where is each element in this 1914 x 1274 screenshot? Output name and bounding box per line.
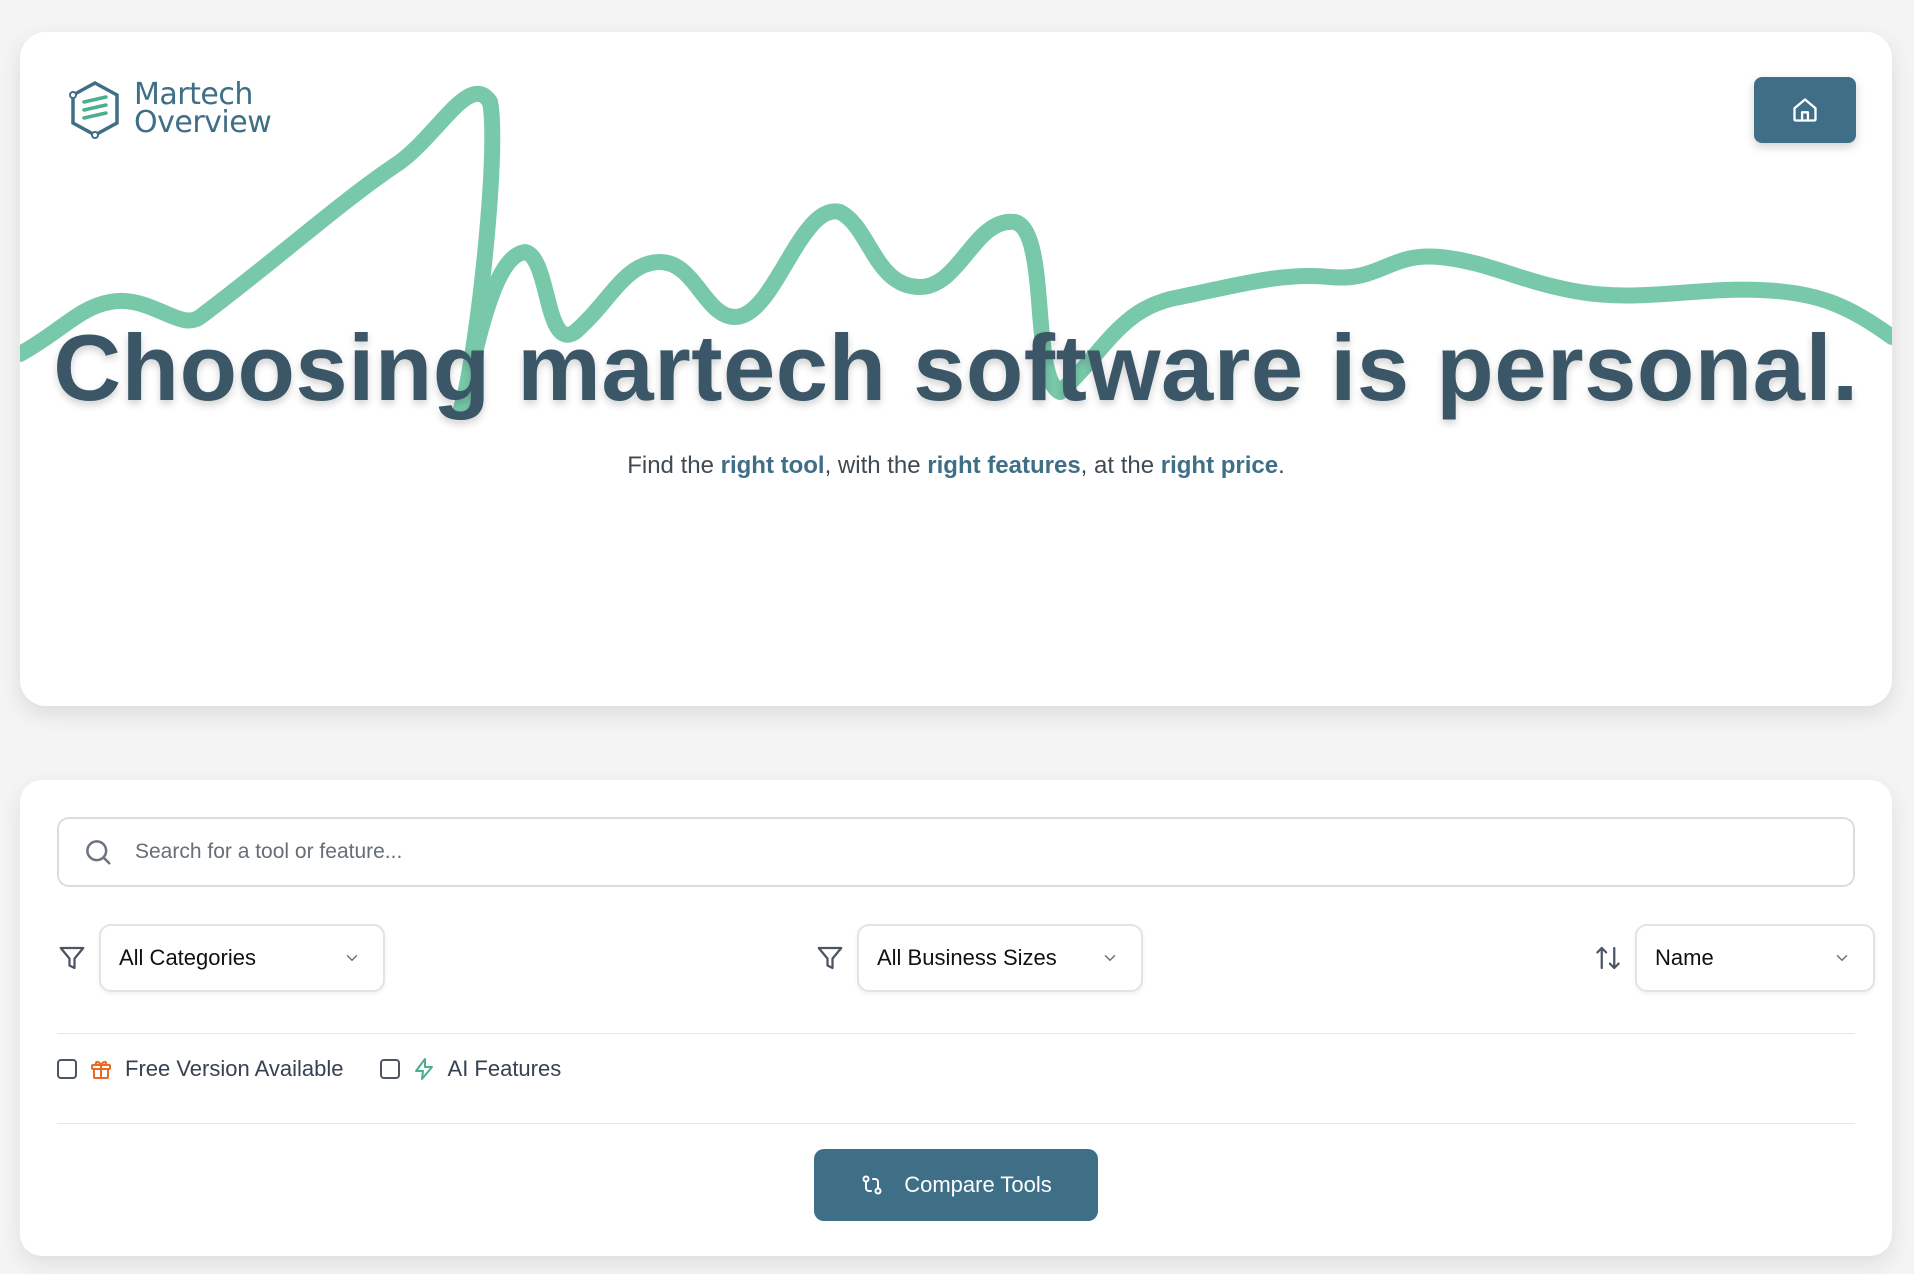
- chevron-down-icon: [346, 955, 358, 962]
- hero-tagline: Find the right tool, with the right feat…: [20, 452, 1892, 480]
- feature-toggles: Free Version Available AI Features: [57, 1056, 597, 1082]
- filter-icon: [817, 946, 843, 970]
- category-filter: All Categories: [57, 924, 385, 992]
- tagline-text-3: , at the: [1080, 452, 1161, 479]
- chevron-down-icon: [1836, 955, 1848, 962]
- tagline-highlight-features: right features: [927, 452, 1081, 479]
- category-select[interactable]: All Categories: [99, 924, 385, 992]
- search-filter-panel: All Categories All Business Sizes Name: [20, 780, 1892, 1256]
- category-select-value: All Categories: [119, 945, 256, 970]
- home-button[interactable]: [1754, 77, 1856, 143]
- lightning-icon: [414, 1058, 433, 1080]
- gift-icon: [91, 1060, 111, 1079]
- filter-row: All Categories All Business Sizes Name: [57, 924, 1875, 996]
- free-version-checkbox[interactable]: [57, 1059, 77, 1079]
- tagline-highlight-tool: right tool: [720, 452, 825, 479]
- page-title: Choosing martech software is personal.: [53, 315, 1859, 420]
- business-size-filter: All Business Sizes: [815, 924, 1143, 992]
- ai-features-toggle[interactable]: AI Features: [379, 1056, 562, 1082]
- sort-select-value: Name: [1655, 945, 1714, 970]
- search-icon: [86, 840, 111, 865]
- tagline-text-1: Find the: [627, 452, 721, 479]
- free-version-toggle[interactable]: Free Version Available: [57, 1056, 344, 1082]
- sort-select[interactable]: Name: [1635, 924, 1875, 992]
- hero-card: Martech Overview Choosing martech softwa…: [20, 32, 1892, 706]
- chevron-down-icon: [1104, 955, 1116, 962]
- logo-mark-icon: [69, 81, 119, 139]
- tagline-highlight-price: right price: [1160, 452, 1279, 479]
- tagline-text-4: .: [1278, 452, 1285, 479]
- business-size-select-value: All Business Sizes: [877, 945, 1057, 970]
- sort-icon: [1596, 946, 1620, 970]
- divider: [57, 1033, 1855, 1034]
- compare-tools-button[interactable]: Compare Tools: [814, 1149, 1098, 1221]
- brand-logo[interactable]: Martech Overview: [64, 78, 272, 140]
- business-size-select[interactable]: All Business Sizes: [857, 924, 1143, 992]
- divider: [57, 1123, 1855, 1124]
- home-icon: [1793, 98, 1817, 122]
- compare-tools-label: Compare Tools: [904, 1172, 1052, 1197]
- search-box[interactable]: [57, 817, 1855, 887]
- filter-icon: [59, 946, 85, 970]
- tagline-text-2: , with the: [824, 452, 928, 479]
- brand-name-line2: Overview: [134, 105, 272, 140]
- compare-icon: [862, 1175, 882, 1195]
- ai-features-checkbox[interactable]: [379, 1059, 400, 1079]
- brand-name: Martech Overview: [134, 80, 272, 140]
- search-input[interactable]: [133, 839, 1737, 865]
- sort-control: Name: [1593, 924, 1875, 992]
- ai-features-label: AI Features: [447, 1056, 562, 1081]
- free-version-label: Free Version Available: [125, 1056, 344, 1081]
